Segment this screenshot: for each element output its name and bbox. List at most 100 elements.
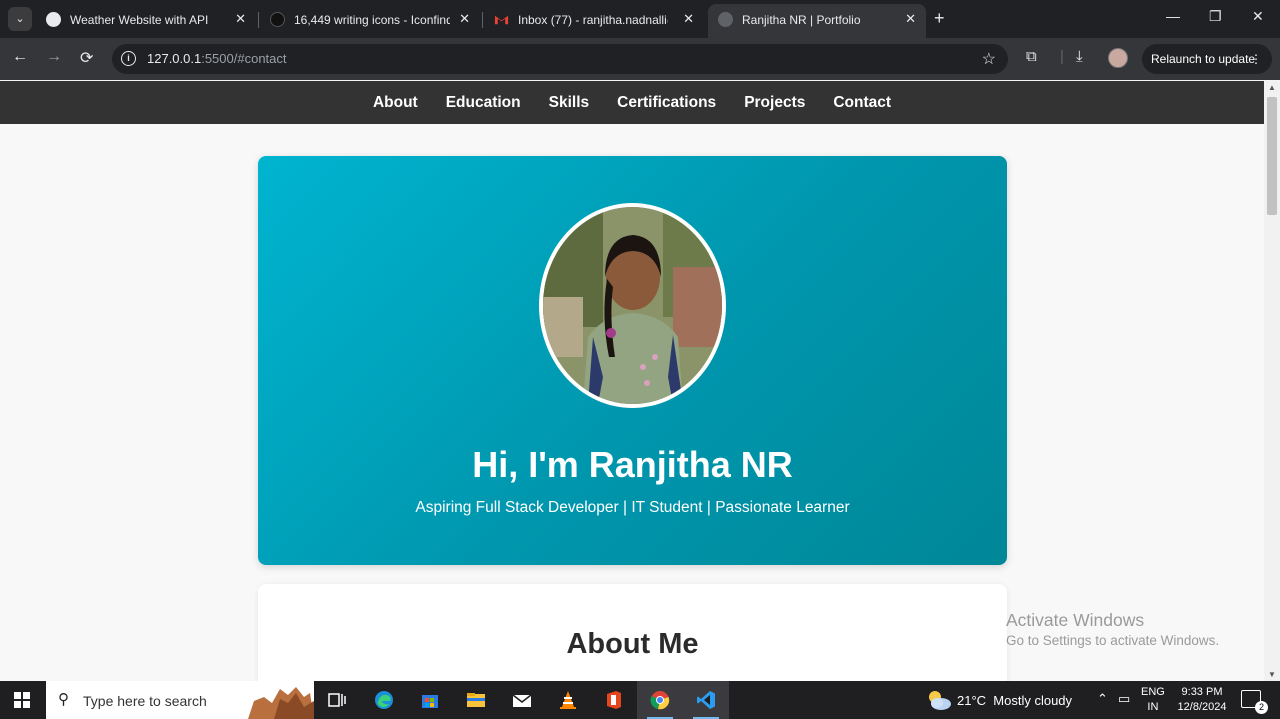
watermark-subtitle: Go to Settings to activate Windows. xyxy=(1006,633,1220,648)
relaunch-to-update-button[interactable]: Relaunch to update ⋮ xyxy=(1142,44,1272,74)
back-arrow-icon[interactable]: ← xyxy=(12,48,28,66)
new-tab-plus-icon[interactable]: + xyxy=(934,8,945,29)
nav-contact[interactable]: Contact xyxy=(833,94,891,112)
extensions-puzzle-icon[interactable]: ⧉ xyxy=(1026,48,1037,65)
mail-icon xyxy=(512,694,532,707)
weather-description: Mostly cloudy xyxy=(993,693,1073,708)
close-icon[interactable]: ✕ xyxy=(905,11,916,27)
profile-avatar[interactable] xyxy=(1108,48,1128,68)
more-menu-icon[interactable]: ⋮ xyxy=(1250,44,1262,74)
taskbar-vlc[interactable] xyxy=(545,681,591,719)
nav-certifications[interactable]: Certifications xyxy=(617,94,716,112)
vscode-icon xyxy=(697,691,715,709)
tab-weather-website[interactable]: Weather Website with API ✕ xyxy=(36,4,256,38)
relaunch-label: Relaunch to update xyxy=(1151,52,1256,66)
tab-title: 16,449 writing icons - Iconfinder xyxy=(294,13,450,27)
notifications-icon[interactable]: 2 xyxy=(1241,690,1268,714)
weather-temp: 21°C xyxy=(957,693,987,708)
site-info-icon[interactable]: i xyxy=(121,51,136,66)
scrollbar-thumb[interactable] xyxy=(1267,97,1277,215)
about-heading: About Me xyxy=(566,628,699,660)
page-content: Hi, I'm Ranjitha NR Aspiring Full Stack … xyxy=(0,124,1264,681)
tab-separator xyxy=(258,12,259,28)
scroll-up-arrow-icon[interactable]: ▲ xyxy=(1268,83,1276,92)
vlc-cone-icon xyxy=(560,691,576,709)
taskbar-file-explorer[interactable] xyxy=(453,681,499,719)
globe-favicon-icon xyxy=(718,12,733,27)
about-section: About Me xyxy=(258,584,1007,681)
tab-title: Inbox (77) - ranjitha.nadnalli@gmail.com xyxy=(518,13,668,27)
chrome-icon xyxy=(650,691,670,710)
page-scrollbar[interactable]: ▲ ▼ xyxy=(1264,81,1280,681)
profile-photo xyxy=(539,203,726,408)
url-text[interactable]: 127.0.0.1:5500/#contact xyxy=(147,51,287,66)
nav-education[interactable]: Education xyxy=(446,94,521,112)
taskbar-clock[interactable]: 9:33 PM 12/8/2024 xyxy=(1172,685,1232,715)
nav-projects[interactable]: Projects xyxy=(744,94,805,112)
task-view-button[interactable] xyxy=(314,681,360,719)
scroll-down-arrow-icon[interactable]: ▼ xyxy=(1268,670,1276,679)
battery-icon[interactable]: ▭ xyxy=(1118,691,1130,707)
site-navbar: About Education Skills Certifications Pr… xyxy=(0,81,1264,124)
taskbar-chrome[interactable] xyxy=(637,681,683,719)
forward-arrow-icon[interactable]: → xyxy=(46,48,62,66)
bookmark-star-icon[interactable]: ☆ xyxy=(982,49,996,69)
address-bar[interactable]: i 127.0.0.1:5500/#contact ☆ xyxy=(112,44,1008,74)
microsoft-store-icon xyxy=(422,695,438,708)
windows-start-icon[interactable] xyxy=(14,692,30,708)
chatgpt-favicon-icon xyxy=(46,12,61,27)
url-path: :5500/#contact xyxy=(201,51,287,66)
taskbar-edge[interactable] xyxy=(361,681,407,719)
iconfinder-favicon-icon xyxy=(270,12,285,27)
close-icon[interactable]: ✕ xyxy=(235,11,246,27)
search-icon: ⚲ xyxy=(58,691,69,708)
search-placeholder: Type here to search xyxy=(83,693,207,709)
language-indicator[interactable]: ENG IN xyxy=(1141,685,1165,715)
nav-about[interactable]: About xyxy=(373,94,418,112)
taskbar-vscode[interactable] xyxy=(683,681,729,719)
clock-time: 9:33 PM xyxy=(1181,686,1223,698)
tab-title: Ranjitha NR | Portfolio xyxy=(742,13,861,27)
nav-skills[interactable]: Skills xyxy=(549,94,590,112)
url-host: 127.0.0.1 xyxy=(147,51,202,66)
notification-count-badge: 2 xyxy=(1255,701,1268,714)
language-code: ENG xyxy=(1141,686,1165,698)
watermark-title: Activate Windows xyxy=(1006,610,1145,630)
toolbar-divider: | xyxy=(1060,48,1064,65)
activate-windows-watermark: Activate Windows Go to Settings to activ… xyxy=(1006,610,1219,648)
hero-section: Hi, I'm Ranjitha NR Aspiring Full Stack … xyxy=(258,156,1007,565)
tab-iconfinder[interactable]: 16,449 writing icons - Iconfinder ✕ xyxy=(260,4,480,38)
region-code: IN xyxy=(1147,701,1159,713)
close-icon[interactable]: ✕ xyxy=(683,11,694,27)
edge-icon xyxy=(375,691,393,709)
folder-icon xyxy=(467,693,485,707)
task-view-icon xyxy=(328,693,346,707)
restore-icon[interactable]: ❐ xyxy=(1209,8,1222,25)
reload-icon[interactable]: ⟳ xyxy=(80,48,93,68)
cloudy-weather-icon xyxy=(929,691,951,710)
gmail-favicon-icon xyxy=(494,12,509,27)
tab-separator xyxy=(482,12,483,28)
taskbar-office[interactable] xyxy=(591,681,637,719)
taskbar-store[interactable] xyxy=(407,681,453,719)
taskbar-search-box[interactable]: ⚲ Type here to search xyxy=(46,681,314,719)
search-highlight-illustration xyxy=(244,683,314,719)
browser-toolbar: ← → ⟳ i 127.0.0.1:5500/#contact ☆ ⧉ | ⤓ … xyxy=(0,38,1280,80)
hero-title: Hi, I'm Ranjitha NR xyxy=(472,444,793,485)
taskbar-mail[interactable] xyxy=(499,681,545,719)
tray-chevron-up-icon[interactable]: ⌃ xyxy=(1097,691,1108,707)
browser-tab-strip: ⌄ Weather Website with API ✕ 16,449 writ… xyxy=(0,0,1280,38)
hero-tagline: Aspiring Full Stack Developer | IT Stude… xyxy=(415,499,850,516)
weather-widget[interactable]: 21°C Mostly cloudy xyxy=(957,693,1072,708)
minimize-icon[interactable]: — xyxy=(1166,8,1180,24)
windows-taskbar: ⚲ Type here to search 21°C Mostly cloudy… xyxy=(0,681,1280,719)
tab-portfolio[interactable]: Ranjitha NR | Portfolio ✕ xyxy=(708,4,926,38)
tab-gmail-inbox[interactable]: Inbox (77) - ranjitha.nadnalli@gmail.com… xyxy=(484,4,704,38)
tab-title: Weather Website with API xyxy=(70,13,209,27)
tab-search-chevron-icon[interactable]: ⌄ xyxy=(8,7,32,31)
close-icon[interactable]: ✕ xyxy=(459,11,470,27)
office-icon xyxy=(607,691,621,709)
window-close-icon[interactable]: ✕ xyxy=(1252,8,1264,25)
download-icon[interactable]: ⤓ xyxy=(1076,48,1083,65)
clock-date: 12/8/2024 xyxy=(1177,701,1227,713)
